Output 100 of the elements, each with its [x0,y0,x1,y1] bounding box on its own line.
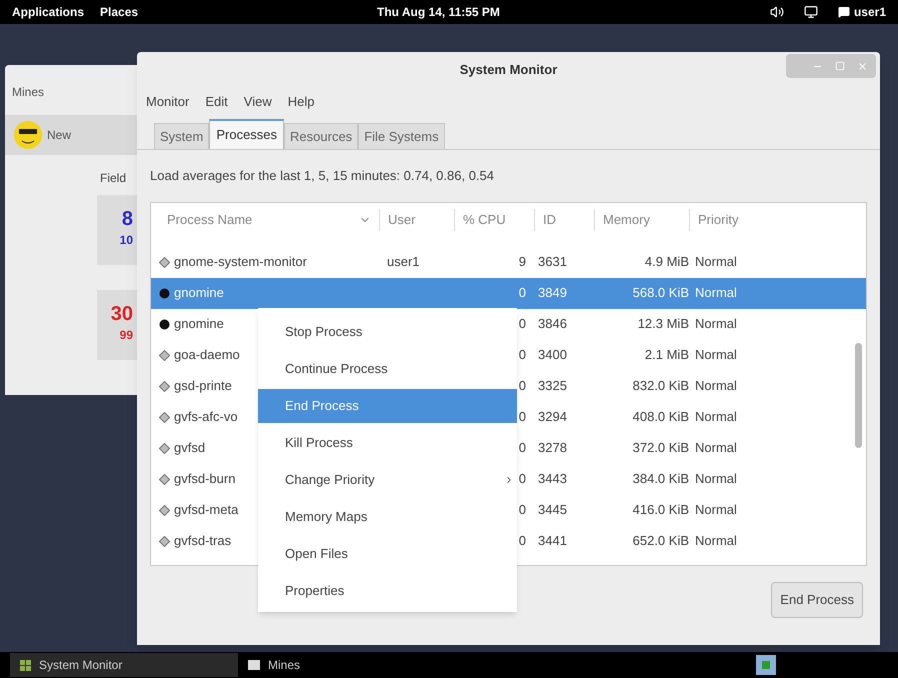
process-name: gvfsd [174,439,206,458]
id-cell: 3441 [538,533,567,548]
counter-value: 8 [122,209,133,229]
memory-cell-text: 416.0 KiB [632,501,689,520]
window-title: Mines [12,84,44,101]
counter-total: 10 [120,233,133,248]
context-menu-item[interactable]: Kill Process [258,426,517,460]
id-cell: 3278 [538,440,567,456]
column-header[interactable]: Memory [594,208,689,230]
priority-cell: Normal [695,378,737,394]
process-name: gnomine [174,315,224,334]
clock[interactable]: Thu Aug 14, 11:55 PM [377,3,500,21]
process-name: gvfsd-burn [174,470,236,488]
memory-cell-text: 408.0 KiB [632,408,689,426]
memory-cell-text: 384.0 KiB [632,470,689,488]
id-cell: 3445 [538,502,567,518]
column-header[interactable]: Priority [689,208,789,230]
context-menu-item[interactable]: Open Files [258,537,517,571]
volume-icon[interactable] [770,5,784,19]
counter-total: 99 [120,328,133,343]
id-cell: 3294 [538,409,567,424]
process-name: gvfsd-meta [174,501,238,520]
column-header[interactable]: ID [534,208,594,230]
end-process-button[interactable]: End Process [771,582,863,618]
memory-cell-text: 4.9 MiB [644,253,689,272]
priority-cell: Normal [695,254,737,270]
context-menu-item[interactable]: Stop Process [258,315,517,349]
maximize-icon[interactable] [835,61,845,71]
priority-cell: Normal [695,409,737,424]
new-game-button[interactable]: New [13,120,72,150]
priority-cell: Normal [695,533,737,548]
priority-cell: Normal [695,285,737,300]
context-menu-item[interactable]: Properties [258,574,517,608]
column-header[interactable]: Process Name [159,208,379,230]
process-name: gsd-printe [174,377,232,396]
process-name: goa-daemo [174,346,240,364]
monitor-icon[interactable] [804,5,818,19]
memory-cell-text: 2.1 MiB [644,346,689,364]
memory-cell-text: 568.0 KiB [632,284,689,302]
tab[interactable]: System [154,123,210,149]
grid-icon [20,660,31,670]
cpu-cell-text: 0 [518,284,526,302]
process-name: gvfsd-tras [174,532,232,550]
cpu-cell-text: 0 [518,315,526,334]
cpu-cell-text: 0 [518,532,526,550]
priority-cell: Normal [695,502,737,518]
priority-cell: Normal [695,316,737,332]
priority-cell: Normal [695,347,737,362]
mine-icon [159,318,170,330]
process-name: gnome-system-monitor [174,253,307,272]
process-name: gvfs-afc-vo [174,408,238,426]
window-title: System Monitor [460,61,558,80]
id-cell: 3400 [538,347,567,362]
top-bar-menu[interactable]: Places [100,3,138,21]
cpu-cell-text: 0 [518,439,526,458]
id-cell: 3443 [538,471,567,486]
memory-cell-text: 652.0 KiB [632,532,689,550]
cpu-cell-text: 0 [518,408,526,426]
menu-item[interactable]: View [244,92,272,112]
cpu-cell-text: 0 [518,346,526,364]
field-label: Field [100,170,126,187]
context-menu-item[interactable]: Memory Maps [258,500,517,534]
tray-icon[interactable] [756,655,776,675]
memory-cell-text: 832.0 KiB [632,377,689,396]
column-header[interactable]: User [379,208,454,230]
id-cell: 3325 [538,378,567,394]
context-menu-item[interactable]: Continue Process [258,352,517,386]
user-menu[interactable]: user1 [854,3,886,21]
id-cell: 3849 [538,285,567,300]
tab[interactable]: Resources [284,123,358,149]
cpu-cell-text: 9 [518,253,526,272]
mine-icon [159,288,170,298]
close-icon[interactable] [857,60,868,72]
chat-icon[interactable] [838,6,850,18]
column-header[interactable]: % CPU [454,208,534,230]
priority-cell: Normal [695,471,737,486]
id-cell: 3846 [538,316,567,332]
taskbar-item[interactable]: System Monitor [10,653,238,677]
window-icon [248,660,260,670]
cpu-cell-text: 0 [518,470,526,488]
memory-cell-text: 372.0 KiB [632,439,689,458]
process-name: gnomine [174,284,224,302]
counter-value: 30 [110,304,133,324]
scrollbar[interactable] [855,342,862,448]
load-averages-text: Load averages for the last 1, 5, 15 minutes: 0.74, 0.86, 0.54 [150,168,494,183]
cpu-cell-text: 0 [518,501,526,520]
context-menu-item[interactable]: Change Priority [258,463,517,497]
menu-item[interactable]: Monitor [146,92,190,112]
user-cell: user1 [387,254,420,270]
cpu-cell-text: 0 [518,377,526,396]
menu-item[interactable]: Help [288,92,314,112]
memory-cell-text: 12.3 MiB [638,315,689,334]
taskbar-item[interactable]: Mines [238,653,466,677]
top-bar-menu[interactable]: Applications [12,3,84,21]
id-cell: 3631 [538,254,567,270]
smiley-icon [13,120,43,150]
tab[interactable]: File Systems [358,123,445,149]
priority-cell: Normal [695,440,737,456]
tab[interactable]: Processes [209,119,284,149]
menu-item[interactable]: Edit [205,92,228,112]
